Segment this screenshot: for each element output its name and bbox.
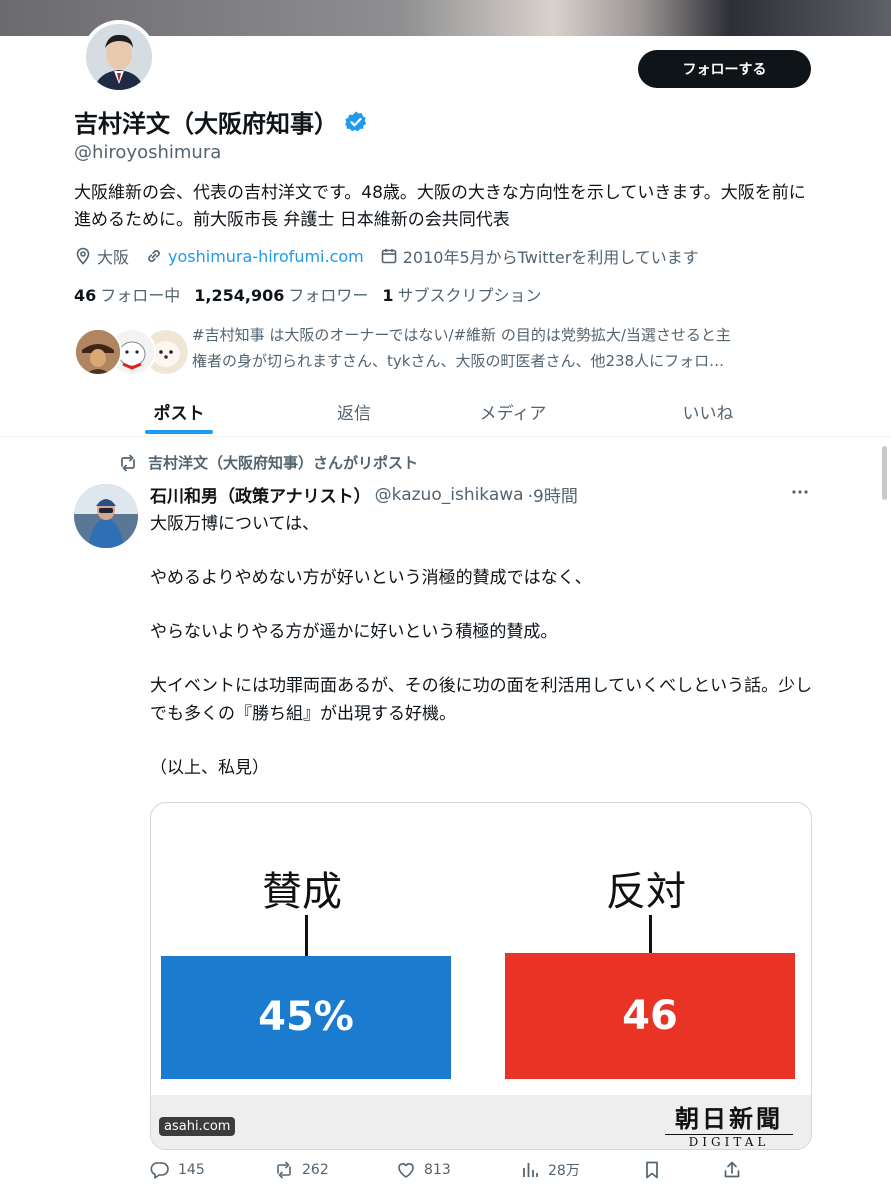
- following-link[interactable]: 46 フォロー中: [74, 282, 180, 306]
- repost-icon: [118, 453, 138, 473]
- like-count: 813: [424, 1162, 451, 1178]
- share-button[interactable]: [722, 1160, 742, 1180]
- profile-meta: 大阪 yoshimura-hirofumi.com 2010年5月からTwitt…: [74, 244, 699, 268]
- chart-bar: 46: [505, 953, 795, 1079]
- card-domain[interactable]: asahi.com: [159, 1117, 236, 1136]
- repost-context[interactable]: 吉村洋文（大阪府知事）さんがリポスト: [118, 452, 418, 473]
- post-paragraph: やらないよりやる方が遥かに好いという積極的賛成。: [150, 622, 558, 642]
- bookmark-icon: [642, 1160, 662, 1180]
- chart-bar: 45%: [161, 955, 451, 1079]
- calendar-icon: [380, 247, 398, 265]
- profile-stats: 46 フォロー中 1,254,906 フォロワー 1 サブスクリプション: [74, 282, 542, 306]
- followers-link[interactable]: 1,254,906 フォロワー: [194, 282, 368, 306]
- tab-replies[interactable]: 返信: [305, 386, 403, 436]
- post-text: 大阪万博については、 やめるよりやめない方が好いという消極的賛成ではなく、 やら…: [150, 510, 820, 808]
- media-card[interactable]: 賛成 45% 反対 46 asahi.com 朝日新聞 DIGITAL: [150, 802, 812, 1150]
- like-button[interactable]: 813: [396, 1160, 451, 1180]
- website-link[interactable]: yoshimura-hirofumi.com: [168, 247, 364, 266]
- post-author-name[interactable]: 石川和男（政策アナリスト）: [150, 482, 371, 507]
- profile-name: 吉村洋文（大阪府知事）: [74, 104, 368, 139]
- follower-avatar: [74, 328, 122, 376]
- profile-handle: @hiroyoshimura: [74, 142, 222, 163]
- profile-bio: 大阪維新の会、代表の吉村洋文です。48歳。大阪の大きな方向性を示していきます。大…: [74, 183, 806, 230]
- post-author-handle[interactable]: @kazuo_ishikawa: [375, 485, 524, 505]
- display-name: 吉村洋文（大阪府知事）: [74, 110, 338, 138]
- known-followers[interactable]: #吉村知事 は大阪のオーナーではない/#維新 の目的は党勢拡大/当選させると主 …: [74, 322, 814, 378]
- asahi-logo: 朝日新聞 DIGITAL: [659, 1099, 799, 1149]
- location-pin-icon: [74, 247, 92, 265]
- chart-category-label: 反対: [606, 869, 686, 915]
- link-icon: [145, 247, 163, 265]
- avatar: [86, 24, 152, 90]
- profile-tabs: ポスト 返信 メディア いいね: [0, 386, 891, 437]
- joined-text: 2010年5月からTwitterを利用しています: [402, 248, 699, 267]
- share-icon: [722, 1160, 742, 1180]
- location: 大阪: [74, 244, 129, 268]
- post-paragraph: やめるよりやめない方が好いという消極的賛成ではなく、: [150, 568, 592, 588]
- chart-data-label: 45%: [258, 994, 354, 1041]
- post-time[interactable]: ·9時間: [528, 482, 578, 507]
- profile-avatar[interactable]: [82, 20, 156, 94]
- joined-date: 2010年5月からTwitterを利用しています: [380, 244, 699, 268]
- more-options-icon[interactable]: [790, 482, 810, 502]
- reply-count: 145: [178, 1162, 205, 1178]
- location-text: 大阪: [97, 248, 130, 267]
- repost-label: 吉村洋文（大阪府知事）さんがリポスト: [148, 454, 419, 472]
- chart-category-label: 賛成: [262, 869, 342, 915]
- tab-posts[interactable]: ポスト: [120, 386, 238, 436]
- active-tab-indicator: [145, 430, 213, 434]
- subscriptions-link[interactable]: 1 サブスクリプション: [382, 282, 541, 306]
- subscriptions-label: サブスクリプション: [397, 286, 542, 305]
- post-paragraph: 大イベントには功罪両面あるが、その後に功の面を利活用していくべしという話。少しで…: [150, 676, 813, 724]
- known-followers-line: #吉村知事 は大阪のオーナーではない/#維新 の目的は党勢拡大/当選させると主: [192, 326, 731, 344]
- post-paragraph: （以上、私見）: [150, 758, 269, 778]
- post-actions: 145 262 813 28万: [150, 1160, 750, 1186]
- known-followers-line: 権者の身が切られますさん、tykさん、大阪の町医者さん、他238人にフォロ…: [192, 352, 725, 370]
- follow-button[interactable]: フォローする: [638, 50, 811, 88]
- chart-data-label: 46: [622, 993, 678, 1039]
- repost-action-icon: [274, 1160, 294, 1180]
- reply-button[interactable]: 145: [150, 1160, 205, 1180]
- post-author-avatar[interactable]: [74, 484, 138, 548]
- post-header: 石川和男（政策アナリスト） @kazuo_ishikawa ·9時間: [150, 482, 578, 508]
- views-button[interactable]: 28万: [520, 1160, 580, 1180]
- tab-media[interactable]: メディア: [460, 386, 566, 436]
- known-followers-text: #吉村知事 は大阪のオーナーではない/#維新 の目的は党勢拡大/当選させると主 …: [192, 322, 812, 374]
- subscriptions-count: 1: [382, 286, 394, 305]
- website[interactable]: yoshimura-hirofumi.com: [145, 247, 364, 266]
- analytics-icon: [520, 1160, 540, 1180]
- repost-button[interactable]: 262: [274, 1160, 329, 1180]
- verified-badge-icon: [344, 110, 368, 134]
- reply-icon: [150, 1160, 170, 1180]
- post-paragraph: 大阪万博については、: [150, 514, 320, 534]
- brand-name: 朝日新聞: [675, 1104, 783, 1133]
- tab-likes[interactable]: いいね: [658, 386, 758, 436]
- followers-count: 1,254,906: [194, 286, 285, 305]
- bookmark-button[interactable]: [642, 1160, 662, 1180]
- repost-count: 262: [302, 1162, 329, 1178]
- heart-icon: [396, 1160, 416, 1180]
- following-count: 46: [74, 286, 97, 305]
- following-label: フォロー中: [100, 286, 181, 305]
- followers-label: フォロワー: [288, 286, 369, 305]
- view-count: 28万: [548, 1163, 580, 1179]
- brand-sub: DIGITAL: [665, 1134, 793, 1149]
- scrollbar[interactable]: [882, 446, 887, 500]
